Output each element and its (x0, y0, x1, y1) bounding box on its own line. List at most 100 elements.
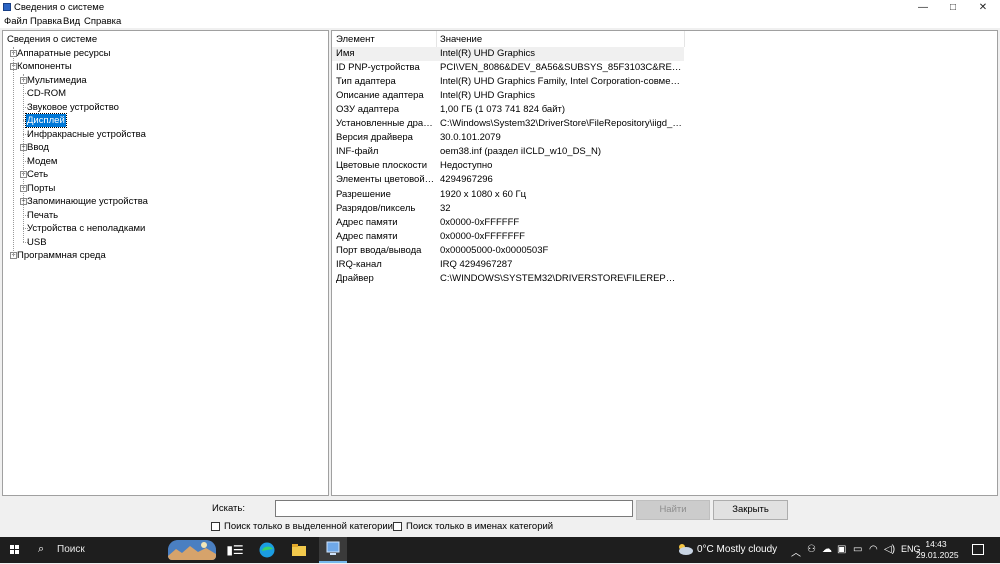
list-cell-element: Драйвер (336, 272, 374, 284)
weather-cloudy-icon[interactable] (676, 543, 694, 555)
close-window-button[interactable]: ✕ (968, 0, 998, 15)
tree-item-label[interactable]: Сеть (26, 168, 49, 181)
tree-item-label[interactable]: Ввод (26, 141, 50, 154)
list-row[interactable]: Разрядов/пиксель 32 (332, 202, 684, 216)
list-cell-element: Разрешение (336, 188, 391, 200)
tree-item-label[interactable]: Устройства с неполадками (26, 222, 146, 235)
list-row[interactable]: Описание адаптера Intel(R) UHD Graphics (332, 89, 684, 103)
tree-item-label[interactable]: Компоненты (16, 60, 73, 73)
list-cell-value: Недоступно (440, 160, 493, 172)
tree-item[interactable]: Печать (3, 209, 323, 222)
checkbox-label[interactable]: Поиск только в выделенной категории (224, 521, 393, 532)
tree-item-label[interactable]: Порты (26, 182, 56, 195)
battery-icon[interactable]: ▭ (853, 544, 862, 555)
tree-item-label[interactable]: Аппаратные ресурсы (16, 47, 111, 60)
menu-file[interactable]: Файл (4, 16, 27, 27)
tree-item-label[interactable]: Инфракрасные устройства (26, 128, 147, 141)
list-row[interactable]: Адрес памяти 0x0000-0xFFFFFFF (332, 230, 684, 244)
list-row[interactable]: Разрешение 1920 x 1080 x 60 Гц (332, 188, 684, 202)
list-row[interactable]: Тип адаптера Intel(R) UHD Graphics Family… (332, 75, 684, 89)
windows-start-icon[interactable] (10, 545, 20, 555)
tree-item[interactable]: + Запоминающие устройства (3, 195, 323, 208)
column-header-value[interactable]: Значение (440, 34, 482, 45)
list-cell-element: INF-файл (336, 146, 379, 158)
tree-item[interactable]: Устройства с неполадками (3, 222, 323, 235)
list-row[interactable]: Цветовые плоскости Недоступно (332, 159, 684, 173)
menu-view[interactable]: Вид (63, 16, 80, 27)
menu-edit[interactable]: Правка (30, 16, 62, 27)
tree-item-label[interactable]: Модем (26, 155, 58, 168)
tree-item[interactable]: CD-ROM (3, 87, 323, 100)
wifi-icon[interactable]: ◠ (869, 544, 878, 555)
list-row[interactable]: INF-файл oem38.inf (раздел iICLD_w10_DS_N… (332, 145, 684, 159)
app-tray-icon[interactable]: ▣ (837, 544, 846, 555)
tree-item[interactable]: Модем (3, 155, 323, 168)
tree-item-label[interactable]: Дисплей (25, 113, 67, 128)
list-row[interactable]: ID PNP-устройства PCI\VEN_8086&DEV_8A56&S… (332, 61, 684, 75)
tree-item[interactable]: + Аппаратные ресурсы (3, 47, 323, 60)
maximize-button[interactable]: □ (938, 0, 968, 15)
taskbar-search[interactable]: ⌕ Поиск (30, 537, 140, 563)
list-cell-element: Установленные драйв... (336, 118, 436, 130)
column-divider[interactable] (436, 31, 437, 47)
list-row[interactable]: ОЗУ адаптера 1,00 ГБ (1 073 741 824 байт) (332, 103, 684, 117)
list-cell-value: 32 (440, 202, 451, 214)
tree-item[interactable]: Сведения о системе (3, 33, 323, 46)
list-row[interactable]: Драйвер C:\WINDOWS\SYSTEM32\DRIVERSTORE\F… (332, 272, 684, 286)
list-row[interactable]: Установленные драйв... C:\Windows\System3… (332, 117, 684, 131)
tree-item-label[interactable]: Мультимедиа (26, 74, 88, 87)
tree-item-label[interactable]: Звуковое устройство (26, 101, 120, 114)
task-view-icon[interactable]: ▮☰ (226, 541, 244, 559)
column-header-element[interactable]: Элемент (336, 34, 375, 45)
search-icon: ⌕ (38, 543, 45, 555)
chevron-up-icon[interactable]: ︿ (791, 544, 801, 559)
tree-item[interactable]: + Мультимедиа (3, 74, 323, 87)
tree-item[interactable]: USB (3, 236, 323, 249)
tree-item[interactable]: Дисплей (3, 113, 323, 128)
list-row[interactable]: Адрес памяти 0x0000-0xFFFFFF (332, 216, 684, 230)
notifications-icon[interactable] (972, 544, 984, 555)
tree-item[interactable]: + Ввод (3, 141, 323, 154)
tree-item-label[interactable]: USB (26, 236, 48, 249)
tree-item[interactable]: − Компоненты (3, 60, 323, 73)
weather-text[interactable]: 0°C Mostly cloudy (697, 544, 777, 555)
details-list[interactable]: Элемент Значение Имя Intel(R) UHD Graphic… (331, 30, 998, 496)
tree-item-label[interactable]: Сведения о системе (6, 33, 98, 46)
tree-item-label[interactable]: Печать (26, 209, 59, 222)
checkbox-box[interactable] (211, 522, 220, 531)
list-row[interactable]: Порт ввода/вывода 0x00005000-0x0000503F (332, 244, 684, 258)
minimize-button[interactable]: — (908, 0, 938, 15)
category-tree[interactable]: Сведения о системе + Аппаратные ресурсы − Ко… (2, 30, 329, 496)
checkbox-label[interactable]: Поиск только в именах категорий (406, 521, 553, 532)
close-button[interactable]: Закрыть (713, 500, 788, 520)
window-title: Сведения о системе (14, 2, 105, 13)
volume-icon[interactable]: ◁) (884, 544, 895, 555)
list-row[interactable]: Имя Intel(R) UHD Graphics (332, 47, 684, 61)
tree-item[interactable]: Инфракрасные устройства (3, 128, 323, 141)
edge-browser-icon[interactable] (258, 541, 276, 559)
list-cell-value: Intel(R) UHD Graphics (440, 48, 536, 59)
tree-item[interactable]: + Сеть (3, 168, 323, 181)
list-row[interactable]: IRQ-канал IRQ 4294967287 (332, 258, 684, 272)
list-row[interactable]: Версия драйвера 30.0.101.2079 (332, 131, 684, 145)
menu-help[interactable]: Справка (84, 16, 121, 27)
tree-item-label[interactable]: Запоминающие устройства (26, 195, 149, 208)
system-info-taskbar-button[interactable] (319, 537, 347, 563)
list-cell-value: 0x00005000-0x0000503F (440, 244, 549, 256)
tree-item[interactable]: + Порты (3, 182, 323, 195)
tree-item[interactable]: Звуковое устройство (3, 101, 323, 114)
column-divider[interactable] (684, 31, 685, 47)
tree-item-label[interactable]: CD-ROM (26, 87, 67, 100)
clock[interactable]: 14:43 29.01.2025 (916, 539, 959, 561)
tree-item[interactable]: + Программная среда (3, 249, 323, 262)
file-explorer-icon[interactable] (290, 541, 308, 559)
search-input[interactable] (275, 500, 633, 517)
checkbox-box[interactable] (393, 522, 402, 531)
find-button[interactable]: Найти (636, 500, 710, 520)
search-highlight-image[interactable] (168, 540, 216, 560)
list-row[interactable]: Элементы цветовой та... 4294967296 (332, 173, 684, 187)
list-cell-element: Элементы цветовой та... (336, 174, 436, 186)
onedrive-cloud-icon[interactable]: ☁ (822, 544, 832, 555)
people-icon[interactable]: ⚇ (807, 544, 816, 555)
tree-item-label[interactable]: Программная среда (16, 249, 107, 262)
